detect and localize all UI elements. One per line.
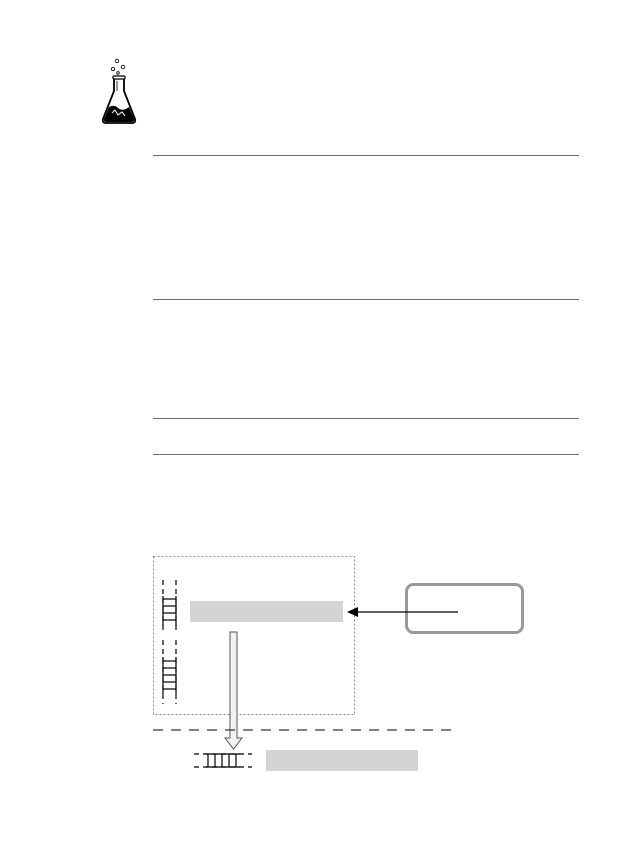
page bbox=[0, 0, 644, 851]
arrow-left-icon bbox=[347, 607, 458, 617]
grey-bar-bottom bbox=[266, 750, 418, 771]
section-divider-3 bbox=[153, 418, 579, 419]
grey-bar-top bbox=[190, 601, 343, 622]
section-divider-4 bbox=[153, 454, 579, 455]
ladder-icon bbox=[194, 753, 252, 768]
rounded-box bbox=[405, 583, 524, 634]
ladder-icon bbox=[162, 640, 177, 704]
arrow-down-icon bbox=[223, 631, 244, 750]
ladder-icon bbox=[162, 580, 177, 630]
dotted-container bbox=[153, 556, 355, 715]
section-divider-1 bbox=[153, 155, 579, 156]
section-divider-2 bbox=[153, 299, 579, 300]
process-diagram bbox=[153, 556, 524, 771]
erlenmeyer-flask-icon bbox=[101, 58, 137, 124]
